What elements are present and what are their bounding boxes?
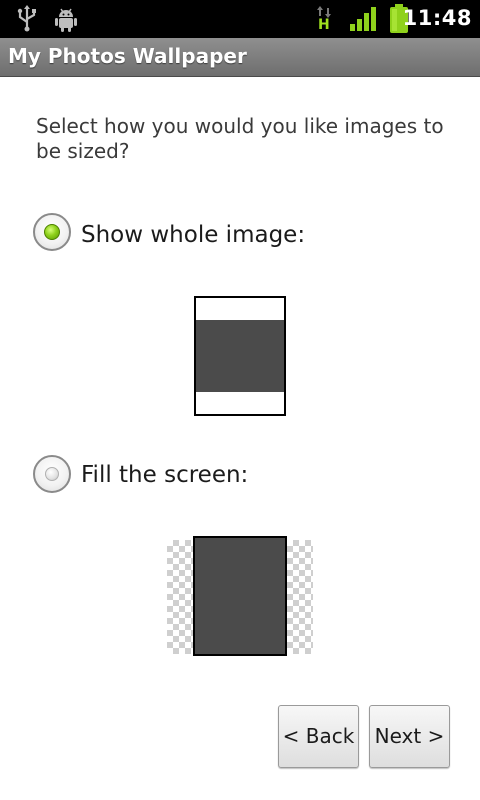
page-title: My Photos Wallpaper	[8, 44, 247, 68]
fill-screen-label[interactable]: Fill the screen:	[81, 462, 248, 488]
title-bar: My Photos Wallpaper	[0, 38, 480, 77]
data-hspa-icon: H	[316, 5, 332, 33]
status-bar: H 11:48	[0, 0, 480, 38]
radio-selected-dot	[44, 224, 60, 240]
show-whole-image-label[interactable]: Show whole image:	[81, 222, 305, 248]
preview-image-area	[196, 320, 284, 392]
radio-unselected-dot	[45, 467, 59, 481]
back-button[interactable]: < Back	[278, 705, 359, 768]
network-type-label: H	[318, 17, 330, 33]
show-whole-image-radio[interactable]	[33, 213, 71, 251]
cropped-area-right	[287, 540, 313, 654]
fill-screen-radio[interactable]	[33, 455, 71, 493]
signal-icon	[350, 7, 376, 31]
fill-screen-preview[interactable]	[193, 536, 287, 656]
next-button[interactable]: Next >	[369, 705, 450, 768]
status-time: 11:48	[402, 6, 472, 30]
whole-image-preview[interactable]	[194, 296, 286, 416]
usb-icon	[17, 5, 36, 32]
cropped-area-left	[167, 540, 193, 654]
android-debug-icon	[55, 8, 77, 32]
sizing-prompt: Select how you would you like images to …	[36, 114, 444, 163]
